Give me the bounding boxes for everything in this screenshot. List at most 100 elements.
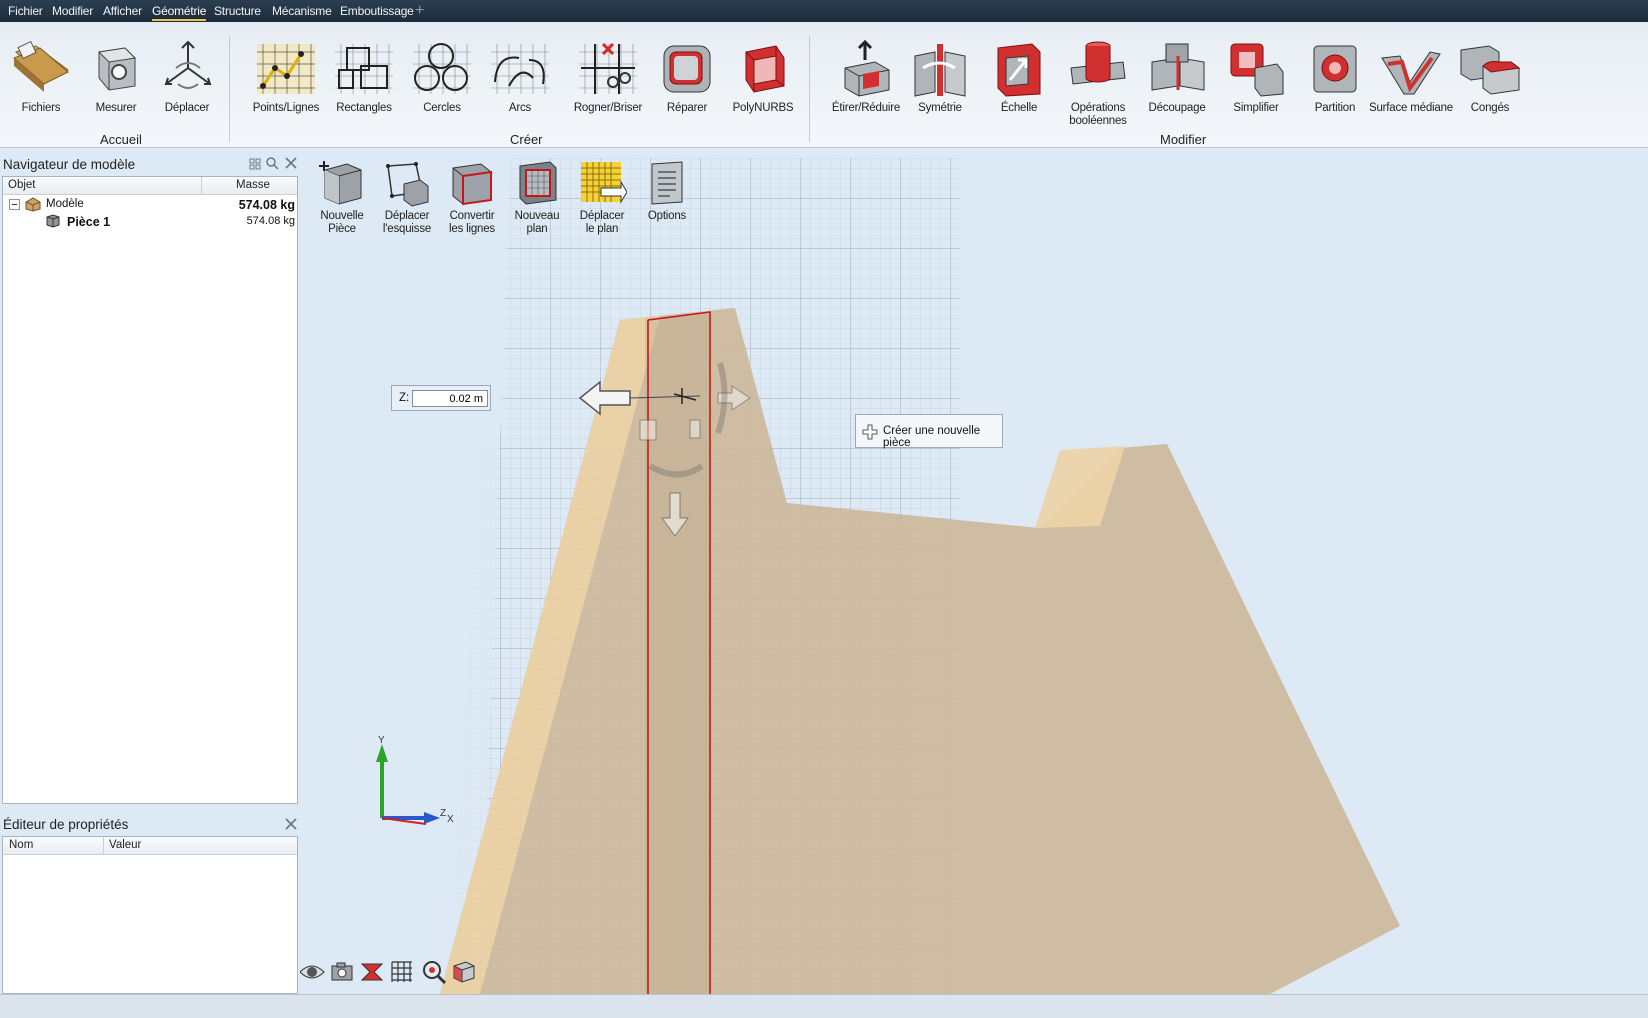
mass-modele: 574.08 kg <box>238 198 295 212</box>
z-label: Z: <box>399 392 410 404</box>
menu-structure[interactable]: Structure <box>214 4 261 18</box>
menu-afficher[interactable]: Afficher <box>103 4 142 18</box>
z-offset-box: Z: <box>391 385 491 411</box>
rectangles-icon <box>335 44 393 94</box>
camera-icon[interactable] <box>328 958 356 986</box>
axis-label-z: Z <box>440 808 447 819</box>
deplacer-plan-button[interactable]: Déplacer le plan <box>569 158 635 242</box>
properties-header: Nom Valeur <box>3 837 297 855</box>
close-icon[interactable] <box>284 817 298 831</box>
new-plane-icon <box>519 161 557 205</box>
nouveau-plan-label: Nouveau plan <box>500 210 574 236</box>
property-editor: Nom Valeur <box>2 836 298 994</box>
symetrie-button[interactable]: Symétrie <box>899 34 981 130</box>
nouveau-plan-button[interactable]: Nouveau plan <box>504 158 570 242</box>
column-divider[interactable] <box>103 837 104 855</box>
eye-icon[interactable] <box>300 958 326 986</box>
deplacer-esquisse-line2: l'esquisse <box>382 223 432 235</box>
3d-viewport[interactable]: Y Z X Nouvelle Pièce Déplacer l'esquisse <box>300 148 1648 994</box>
surface-mediane-button[interactable]: Surface médiane <box>1369 34 1453 130</box>
nouvelle-piece-line2: Pièce <box>328 223 356 235</box>
echelle-button[interactable]: Échelle <box>978 34 1060 130</box>
move-plane-icon <box>581 162 627 204</box>
column-masse[interactable]: Masse <box>236 179 270 191</box>
operations-booleennes-button[interactable]: Opérations booléennes <box>1057 34 1139 130</box>
nouvelle-piece-button[interactable]: Nouvelle Pièce <box>309 158 375 242</box>
etirer-reduire-button[interactable]: Étirer/Réduire <box>825 34 907 130</box>
reparer-button[interactable]: Réparer <box>646 34 728 130</box>
split-icon <box>1151 43 1205 91</box>
ribbon: Fichier Modifier Afficher Géométrie Stru… <box>0 0 1648 148</box>
simplifier-button[interactable]: Simplifier <box>1215 34 1297 130</box>
plus-icon[interactable]: + <box>415 2 424 20</box>
cercles-button[interactable]: Cercles <box>401 34 483 130</box>
partition-button[interactable]: Partition <box>1294 34 1376 130</box>
zoom-icon[interactable] <box>420 958 448 986</box>
column-divider[interactable] <box>201 177 202 195</box>
convertir-lignes-button[interactable]: Convertir les lignes <box>439 158 505 242</box>
arcs-label: Arcs <box>508 102 532 114</box>
z-offset-input[interactable] <box>412 390 488 407</box>
fichiers-button[interactable]: Fichiers <box>0 34 82 130</box>
measure-icon <box>97 47 137 91</box>
arcs-button[interactable]: Arcs <box>479 34 561 130</box>
mesurer-button[interactable]: Mesurer <box>75 34 157 130</box>
rectangles-button[interactable]: Rectangles <box>323 34 405 130</box>
conges-label: Congés <box>1470 102 1510 114</box>
collapse-icon[interactable] <box>9 199 20 210</box>
axis-label-x: X <box>447 814 454 825</box>
plane-handle-icon[interactable] <box>639 419 657 441</box>
menu-bar: Fichier Modifier Afficher Géométrie Stru… <box>0 0 1648 22</box>
sketch-grid-overlay <box>450 448 920 994</box>
search-icon[interactable] <box>265 156 279 170</box>
deplacer-label: Déplacer <box>164 102 210 114</box>
deplacer-esquisse-button[interactable]: Déplacer l'esquisse <box>374 158 440 242</box>
deplacer-plan-line2: le plan <box>585 223 619 235</box>
tree-icon[interactable] <box>248 156 262 170</box>
deplacer-plan-label: Déplacer le plan <box>565 210 639 236</box>
midsurface-icon <box>1381 51 1441 95</box>
plane-handle-icon[interactable] <box>689 419 701 439</box>
properties-title: Éditeur de propriétés <box>3 817 129 832</box>
trim-icon <box>579 42 637 94</box>
convertir-lignes-line2: les lignes <box>449 223 495 235</box>
menu-mecanisme[interactable]: Mécanisme <box>272 4 332 18</box>
column-nom[interactable]: Nom <box>9 839 33 851</box>
mirror-icon <box>914 44 966 97</box>
points-lignes-button[interactable]: Points/Lignes <box>245 34 327 130</box>
decoupage-button[interactable]: Découpage <box>1136 34 1218 130</box>
polynurbs-button[interactable]: PolyNURBS <box>722 34 804 130</box>
points-lines-icon <box>257 44 315 94</box>
operations-booleennes-line2: booléennes <box>1069 115 1127 127</box>
section-cut-icon[interactable] <box>358 958 386 986</box>
axis-triad <box>376 744 440 825</box>
menu-modifier[interactable]: Modifier <box>52 4 93 18</box>
column-valeur[interactable]: Valeur <box>109 839 141 851</box>
menu-emboutissage[interactable]: Emboutissage <box>340 4 414 18</box>
convert-lines-icon <box>452 163 492 206</box>
plus-icon <box>862 424 878 440</box>
grid-icon[interactable] <box>388 958 416 986</box>
arcs-icon <box>491 44 549 94</box>
fillet-icon <box>1460 45 1521 95</box>
tree-row-modele[interactable]: Modèle 574.08 kg <box>9 197 295 213</box>
folder-icon <box>13 40 69 92</box>
tree-row-piece-1[interactable]: Pièce 1 574.08 kg <box>9 214 295 230</box>
view-cube-icon[interactable] <box>450 958 478 986</box>
create-part-tooltip[interactable]: Créer une nouvelle pièce <box>855 414 1003 449</box>
menu-geometrie[interactable]: Géométrie <box>152 4 207 21</box>
options-button[interactable]: Options <box>634 158 700 242</box>
repair-icon <box>663 45 711 93</box>
menu-fichier[interactable]: Fichier <box>8 4 43 18</box>
nouveau-plan-line2: plan <box>526 223 548 235</box>
column-objet[interactable]: Objet <box>8 179 36 191</box>
tree-label-modele: Modèle <box>46 198 84 210</box>
deplacer-esquisse-line1: Déplacer <box>384 210 430 222</box>
view-toolbar <box>300 938 494 994</box>
conges-button[interactable]: Congés <box>1449 34 1531 130</box>
nouvelle-piece-line1: Nouvelle <box>320 210 364 222</box>
rogner-briser-button[interactable]: Rogner/Briser <box>567 34 649 130</box>
deplacer-button[interactable]: Déplacer <box>146 34 228 130</box>
deplacer-esquisse-label: Déplacer l'esquisse <box>370 210 444 236</box>
close-icon[interactable] <box>284 156 298 170</box>
